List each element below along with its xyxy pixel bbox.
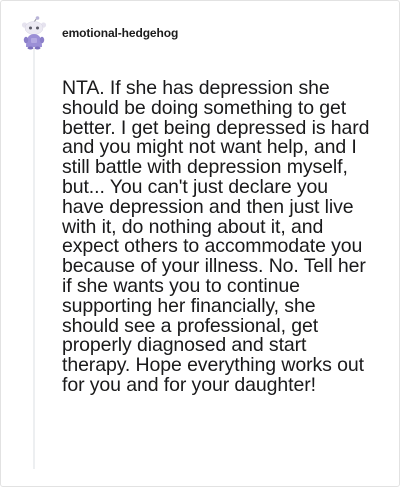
comment-author[interactable]: emotional-hedgehog [62,26,178,40]
comment-card: emotional-hedgehog NTA. If she has depre… [0,0,400,487]
snoo-avatar-icon[interactable] [20,16,48,50]
comment-body: NTA. If she has depression she should be… [62,77,370,396]
thread-line[interactable] [33,49,35,469]
